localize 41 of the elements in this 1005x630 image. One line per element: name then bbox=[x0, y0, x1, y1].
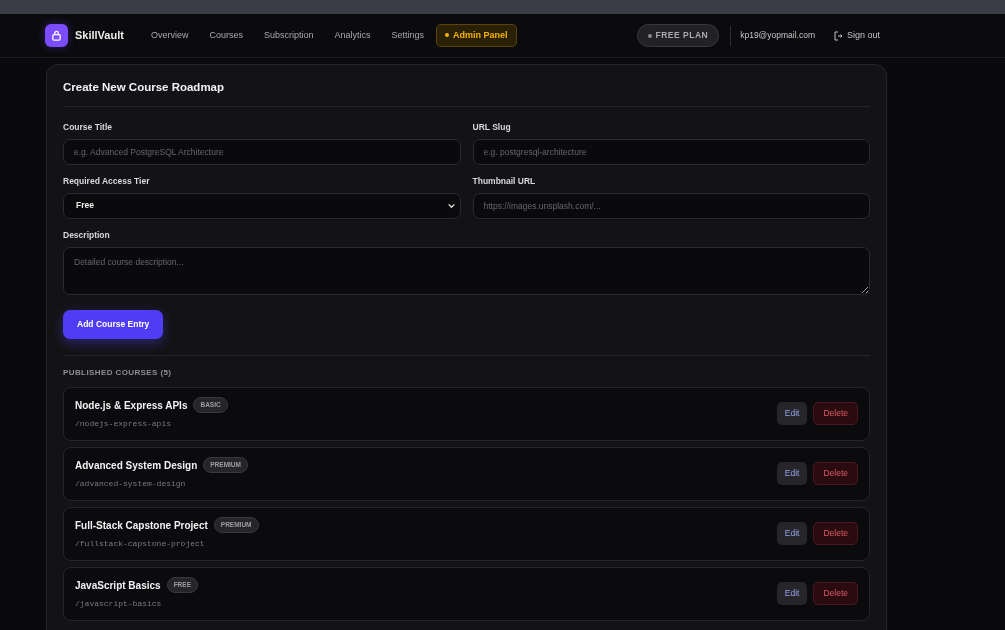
nav-link[interactable]: Courses bbox=[200, 23, 252, 48]
nav-link[interactable]: Overview bbox=[141, 23, 198, 48]
user-email: kp19@yopmail.com bbox=[740, 29, 815, 42]
course-slug: /advanced-system-design bbox=[75, 478, 187, 491]
tier-select[interactable]: Free bbox=[63, 192, 461, 219]
edit-button[interactable]: Edit bbox=[776, 522, 808, 546]
section-heading: PUBLISHED COURSES (5) bbox=[63, 366, 173, 379]
course-slug: /fullstack-capstone-project bbox=[75, 538, 206, 551]
nav-link[interactable]: Analytics bbox=[325, 23, 380, 48]
nav-link[interactable]: Settings bbox=[382, 23, 434, 48]
course-title: Advanced System Design bbox=[75, 458, 198, 473]
field-label: Thumbnail URL bbox=[472, 175, 537, 188]
field-label: Required Access Tier bbox=[63, 175, 151, 188]
course-title: Node.js & Express APIs bbox=[75, 398, 188, 413]
input-field[interactable]: e.g. Advanced PostgreSQL Architecture bbox=[63, 139, 461, 165]
course-slug: /nodejs-express-apis bbox=[75, 418, 172, 431]
edit-button[interactable]: Edit bbox=[776, 462, 808, 486]
delete-button[interactable]: Delete bbox=[813, 402, 858, 426]
plan-badge: FREE PLAN bbox=[636, 24, 720, 47]
course-title: JavaScript Basics bbox=[75, 578, 161, 593]
delete-button[interactable]: Delete bbox=[813, 462, 858, 486]
nav-link[interactable]: Subscription bbox=[254, 23, 323, 48]
sign-out-icon bbox=[832, 30, 843, 41]
delete-button[interactable]: Delete bbox=[813, 582, 858, 606]
course-slug: /javascript-basics bbox=[75, 598, 163, 611]
edit-button[interactable]: Edit bbox=[776, 402, 808, 426]
course-title: Full-Stack Capstone Project bbox=[75, 518, 208, 533]
sign-out-link[interactable]: Sign out bbox=[832, 28, 880, 43]
field-label: Description bbox=[63, 228, 111, 242]
panel-title: Create New Course Roadmap bbox=[63, 79, 870, 108]
nav-link[interactable]: Admin Panel bbox=[436, 23, 517, 48]
description-field[interactable]: Detailed course description... bbox=[63, 246, 870, 295]
input-field[interactable]: https://images.unsplash.com/... bbox=[472, 192, 870, 219]
add-course-button[interactable]: Add Course Entry bbox=[63, 310, 164, 339]
field-label: URL Slug bbox=[472, 121, 512, 134]
field-label: Course Title bbox=[63, 121, 113, 134]
input-field[interactable]: e.g. postgresql-architecture bbox=[472, 139, 870, 165]
logo-icon bbox=[45, 24, 68, 47]
brand-name[interactable]: SkillVault bbox=[75, 27, 124, 44]
delete-button[interactable]: Delete bbox=[813, 522, 858, 546]
edit-button[interactable]: Edit bbox=[776, 582, 808, 606]
